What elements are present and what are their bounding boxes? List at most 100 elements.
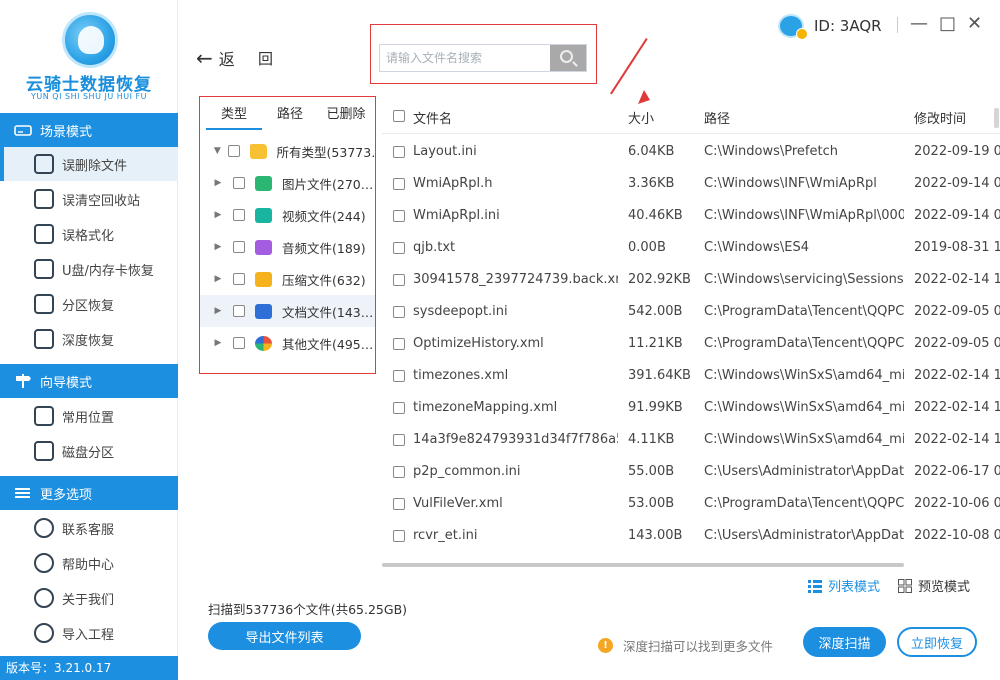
table-row[interactable]: Layout.ini 6.04KB C:\Windows\Prefetch 20…: [382, 136, 1000, 168]
cell-modified: 2022-09-14 01: [914, 208, 1000, 223]
back-button[interactable]: ← 返: [196, 46, 235, 70]
checkbox[interactable]: [233, 241, 245, 253]
expand-icon[interactable]: ▶: [209, 338, 227, 348]
horizontal-scrollbar[interactable]: [382, 563, 904, 567]
user-info[interactable]: ID: 3AQR: [778, 14, 882, 40]
app-subtitle: YUN QI SHI SHU JU HUI FU: [31, 92, 147, 101]
view-preview-mode[interactable]: 预览模式: [898, 576, 970, 595]
cell-modified: 2022-09-14 01: [914, 176, 1000, 191]
row-checkbox[interactable]: [393, 402, 405, 414]
sidebar-item-format[interactable]: 误格式化: [0, 217, 178, 251]
sidebar-item-deleted-files[interactable]: 误删除文件: [0, 147, 178, 181]
sidebar-item-label: 误清空回收站: [62, 193, 141, 209]
tab-type[interactable]: 类型: [206, 104, 262, 130]
table-row[interactable]: qjb.txt 0.00B C:\Windows\ES4 2019-08-31 …: [382, 232, 1000, 264]
expand-icon[interactable]: ▼: [209, 146, 226, 156]
category-tabs: 类型 路径 已删除: [206, 104, 374, 130]
deep-scan-tip: ! 深度扫描可以找到更多文件: [598, 636, 773, 655]
sidebar-item-partition[interactable]: 分区恢复: [0, 287, 178, 321]
table-row[interactable]: WmiApRpl.h 3.36KB C:\Windows\INF\WmiApRp…: [382, 168, 1000, 200]
table-row[interactable]: OptimizeHistory.xml 11.21KB C:\ProgramDa…: [382, 328, 1000, 360]
sidebar-item-common-locations[interactable]: 常用位置: [0, 399, 178, 433]
table-row[interactable]: sysdeepopt.ini 542.00B C:\ProgramData\Te…: [382, 296, 1000, 328]
search-input[interactable]: [380, 45, 550, 71]
logo-icon: [62, 12, 118, 68]
recover-now-button[interactable]: 立即恢复: [897, 627, 977, 657]
expand-icon[interactable]: ▶: [209, 306, 227, 316]
view-list-mode[interactable]: 列表模式: [808, 576, 880, 595]
back-label: 返: [218, 50, 235, 69]
search-button[interactable]: [550, 45, 586, 71]
minimize-icon[interactable]: —: [910, 14, 928, 34]
row-checkbox[interactable]: [393, 498, 405, 510]
column-header-name[interactable]: 文件名: [413, 108, 452, 127]
sidebar-item-recycle-bin[interactable]: 误清空回收站: [0, 182, 178, 216]
row-checkbox[interactable]: [393, 178, 405, 190]
category-item-videos[interactable]: ▶ 视频文件(244): [200, 199, 375, 231]
category-item-archives[interactable]: ▶ 压缩文件(632): [200, 263, 375, 295]
expand-icon[interactable]: ▶: [209, 242, 227, 252]
checkbox[interactable]: [233, 209, 245, 221]
export-file-list-button[interactable]: 导出文件列表: [208, 622, 361, 650]
category-item-audio[interactable]: ▶ 音频文件(189): [200, 231, 375, 263]
checkbox[interactable]: [233, 273, 245, 285]
table-row[interactable]: rcvr_et.ini 143.00B C:\Users\Administrat…: [382, 520, 1000, 552]
row-checkbox[interactable]: [393, 210, 405, 222]
sidebar-item-disk-partition[interactable]: 磁盘分区: [0, 434, 178, 468]
row-checkbox[interactable]: [393, 338, 405, 350]
table-row[interactable]: WmiApRpl.ini 40.46KB C:\Windows\INF\WmiA…: [382, 200, 1000, 232]
select-all-checkbox[interactable]: [393, 110, 405, 122]
checkbox[interactable]: [233, 305, 245, 317]
checkbox[interactable]: [227, 145, 240, 157]
row-checkbox[interactable]: [393, 466, 405, 478]
row-checkbox[interactable]: [393, 242, 405, 254]
expand-icon[interactable]: ▶: [209, 178, 227, 188]
deep-scan-button[interactable]: 深度扫描: [803, 627, 886, 657]
video-icon: [255, 207, 272, 223]
sidebar-item-usb-card[interactable]: U盘/内存卡恢复: [0, 252, 178, 286]
table-row[interactable]: 30941578_2397724739.back.xml 202.92KB C:…: [382, 264, 1000, 296]
table-row[interactable]: timezones.xml 391.64KB C:\Windows\WinSxS…: [382, 360, 1000, 392]
row-checkbox[interactable]: [393, 306, 405, 318]
deep-recovery-icon: [34, 329, 54, 349]
tab-path[interactable]: 路径: [262, 104, 318, 130]
sidebar-item-label: 常用位置: [62, 410, 115, 426]
sidebar-item-about[interactable]: 关于我们: [0, 581, 178, 615]
column-header-path[interactable]: 路径: [704, 108, 730, 127]
category-item-documents[interactable]: ▶ 文档文件(143…: [200, 295, 375, 327]
table-row[interactable]: VulFileVer.xml 53.00B C:\ProgramData\Ten…: [382, 488, 1000, 520]
close-icon[interactable]: ✕: [967, 14, 982, 34]
row-checkbox[interactable]: [393, 370, 405, 382]
image-icon: [255, 175, 272, 191]
vertical-scrollbar[interactable]: [994, 108, 999, 128]
maximize-icon[interactable]: □: [939, 14, 956, 34]
tab-deleted[interactable]: 已删除: [318, 104, 374, 130]
category-item-others[interactable]: ▶ 其他文件(495…: [200, 327, 375, 359]
column-header-size[interactable]: 大小: [628, 108, 654, 127]
sidebar-item-deep-recovery[interactable]: 深度恢复: [0, 322, 178, 356]
cell-size: 6.04KB: [628, 144, 675, 159]
expand-icon[interactable]: ▶: [209, 274, 227, 284]
back-label-2[interactable]: 回: [258, 48, 273, 69]
category-item-all[interactable]: ▼ 所有类型(53773…: [200, 135, 375, 167]
table-row[interactable]: timezoneMapping.xml 91.99KB C:\Windows\W…: [382, 392, 1000, 424]
category-item-images[interactable]: ▶ 图片文件(270…: [200, 167, 375, 199]
row-checkbox[interactable]: [393, 530, 405, 542]
row-checkbox[interactable]: [393, 146, 405, 158]
table-row[interactable]: p2p_common.ini 55.00B C:\Users\Administr…: [382, 456, 1000, 488]
cell-path: C:\Windows\ES4: [704, 240, 809, 255]
checkbox[interactable]: [233, 177, 245, 189]
column-header-modified[interactable]: 修改时间: [914, 108, 966, 127]
expand-icon[interactable]: ▶: [209, 210, 227, 220]
search-box: [379, 44, 587, 72]
row-checkbox[interactable]: [393, 274, 405, 286]
tip-text: 深度扫描可以找到更多文件: [623, 639, 774, 654]
cell-name: WmiApRpl.h: [413, 176, 493, 191]
row-checkbox[interactable]: [393, 434, 405, 446]
cell-path: C:\Windows\WinSxS\amd64_micr…: [704, 432, 904, 447]
sidebar-item-contact-support[interactable]: 联系客服: [0, 511, 178, 545]
sidebar-item-import-project[interactable]: 导入工程: [0, 616, 178, 650]
sidebar-item-help-center[interactable]: 帮助中心: [0, 546, 178, 580]
checkbox[interactable]: [233, 337, 245, 349]
table-row[interactable]: 14a3f9e824793931d34f7f786a538… 4.11KB C:…: [382, 424, 1000, 456]
